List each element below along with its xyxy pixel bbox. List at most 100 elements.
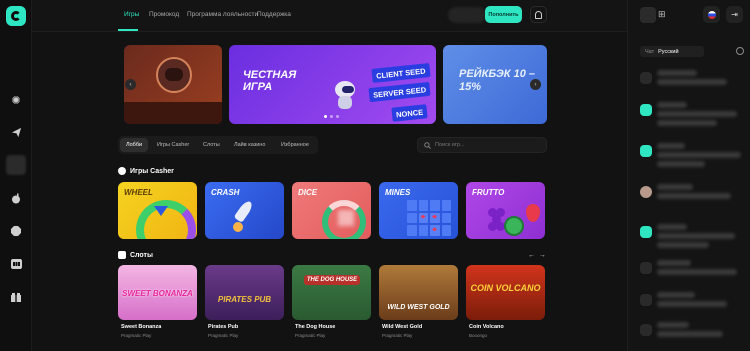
slot-name: The Dog House: [295, 324, 336, 330]
robot-illustration: [332, 81, 358, 109]
dice-icon: [338, 210, 354, 226]
chat-avatar[interactable]: [640, 294, 652, 306]
game-title: DICE: [298, 188, 318, 197]
filter-favorites[interactable]: Избранное: [275, 138, 315, 152]
game-title: CRASH: [211, 188, 240, 197]
slots-carousel-arrows: ← →: [528, 252, 546, 259]
balance-display[interactable]: [448, 7, 486, 23]
russia-flag-icon: [707, 10, 716, 19]
tab-loyalty[interactable]: Программа лояльности: [187, 11, 258, 18]
carousel-dot[interactable]: [330, 115, 333, 118]
carousel-dot[interactable]: [324, 115, 327, 118]
filter-live-casino[interactable]: Лайв казино: [228, 138, 271, 152]
slots-next-arrow-icon[interactable]: →: [539, 252, 546, 259]
slot-logo: WILD WEST GOLD: [387, 304, 450, 311]
chat-panel: ⊞ ⇥ Чат Русский: [627, 0, 750, 351]
user-avatar[interactable]: [640, 7, 656, 23]
banner-promo-left[interactable]: [124, 45, 222, 124]
wheel-illustration: [136, 200, 196, 239]
slots-prev-arrow-icon[interactable]: ←: [528, 252, 535, 259]
chat-avatar[interactable]: [640, 226, 652, 238]
left-rail: ✺: [0, 0, 32, 351]
tab-games[interactable]: Игры: [124, 11, 139, 18]
casher-logo-icon: [118, 167, 126, 175]
language-button[interactable]: [703, 6, 720, 23]
banner-prev-button[interactable]: ‹: [125, 79, 136, 90]
category-filter-bar: Лобби Игры Casher Слоты Лайв казино Избр…: [118, 136, 318, 154]
chat-avatar[interactable]: [640, 262, 652, 274]
slot-logo: SWEET BONANZA: [122, 289, 193, 298]
chat-avatar[interactable]: [640, 104, 652, 116]
gem-icon[interactable]: [8, 223, 24, 239]
server-seed-badge: SERVER SEED: [368, 81, 431, 103]
chat-language-selector[interactable]: Чат Русский: [640, 46, 704, 57]
chat-avatar[interactable]: [640, 186, 652, 198]
game-title: MINES: [385, 188, 411, 197]
info-icon[interactable]: [736, 47, 744, 55]
deposit-button[interactable]: Пополнить: [485, 6, 522, 23]
banner-fair-game[interactable]: ЧЕСТНАЯ ИГРА CLIENT SEED SERVER SEED NON…: [229, 45, 436, 124]
chat-avatar[interactable]: [640, 324, 652, 336]
banner-title: ЧЕСТНАЯ ИГРА: [243, 69, 297, 93]
game-card-mines[interactable]: MINES: [379, 182, 458, 239]
slot-logo: PIRATES PUB: [217, 295, 272, 304]
slots-section-title: Слоты: [130, 251, 153, 259]
gift-icon[interactable]: [8, 289, 24, 305]
search-icon: [424, 141, 431, 149]
slot-card-wild-west-gold[interactable]: WILD WEST GOLD: [379, 265, 458, 320]
active-tab-indicator: [118, 29, 138, 31]
slot-card-dog-house[interactable]: THE DOG HOUSE: [292, 265, 371, 320]
game-card-dice[interactable]: DICE: [292, 182, 371, 239]
slots-777-icon[interactable]: [8, 256, 24, 272]
top-navigation: Игры Промокод Программа лояльности Подде…: [32, 0, 627, 32]
tab-promocode[interactable]: Промокод: [149, 11, 179, 18]
desk-illustration: [124, 102, 222, 124]
logout-button[interactable]: ⇥: [726, 6, 743, 23]
slots-section-heading: Слоты: [118, 251, 153, 259]
slot-card-pirates-pub[interactable]: PIRATES PUB: [205, 265, 284, 320]
apps-grid-icon[interactable]: ⊞: [658, 9, 670, 21]
filter-lobby[interactable]: Лобби: [120, 138, 149, 152]
slots-icon: [118, 251, 126, 259]
blurred-nav-item[interactable]: [6, 155, 26, 175]
banner-next-button[interactable]: ›: [530, 79, 541, 90]
chat-avatar[interactable]: [640, 145, 652, 157]
mines-grid-illustration: [407, 200, 451, 236]
slot-provider: Pragmatic Play: [208, 333, 239, 338]
strawberry-icon: [526, 204, 540, 222]
logo-icon[interactable]: [6, 6, 26, 26]
nonce-badge: NONCE: [391, 104, 428, 122]
astronaut-illustration: [156, 57, 192, 93]
game-card-frutto[interactable]: FRUTTO: [466, 182, 545, 239]
bomb-icon[interactable]: [8, 190, 24, 206]
pinwheel-icon[interactable]: ✺: [8, 92, 24, 108]
slot-provider: Pragmatic Play: [295, 333, 326, 338]
notifications-button[interactable]: [530, 6, 547, 23]
slot-name: Pirates Pub: [208, 324, 239, 330]
chat-avatar[interactable]: [640, 72, 652, 84]
slot-card-coin-volcano[interactable]: COIN VOLCANO: [466, 265, 545, 320]
game-title: WHEEL: [124, 188, 153, 197]
slot-provider: Pragmatic Play: [121, 333, 152, 338]
slot-logo: THE DOG HOUSE: [304, 275, 360, 285]
bell-icon: [535, 10, 542, 19]
filter-casher-games[interactable]: Игры Casher: [151, 138, 195, 152]
casher-section-heading: Игры Casher: [118, 167, 174, 175]
casher-section-title: Игры Casher: [130, 167, 174, 175]
rocket-icon: [233, 196, 255, 234]
carousel-dot[interactable]: [336, 115, 339, 118]
game-title: FRUTTO: [472, 188, 505, 197]
slot-name: Wild West Gold: [382, 324, 423, 330]
watermelon-icon: [504, 216, 524, 236]
filter-slots[interactable]: Слоты: [197, 138, 226, 152]
game-card-crash[interactable]: CRASH: [205, 182, 284, 239]
game-search[interactable]: [417, 137, 547, 153]
slot-card-sweet-bonanza[interactable]: SWEET BONANZA: [118, 265, 197, 320]
chat-language-value: Русский: [658, 48, 679, 55]
telegram-icon[interactable]: [8, 124, 24, 140]
slot-name: Coin Volcano: [469, 324, 504, 330]
search-input[interactable]: [435, 142, 535, 148]
tab-support[interactable]: Поддержка: [257, 11, 291, 18]
chat-label: Чат: [645, 48, 655, 55]
game-card-wheel[interactable]: WHEEL: [118, 182, 197, 239]
